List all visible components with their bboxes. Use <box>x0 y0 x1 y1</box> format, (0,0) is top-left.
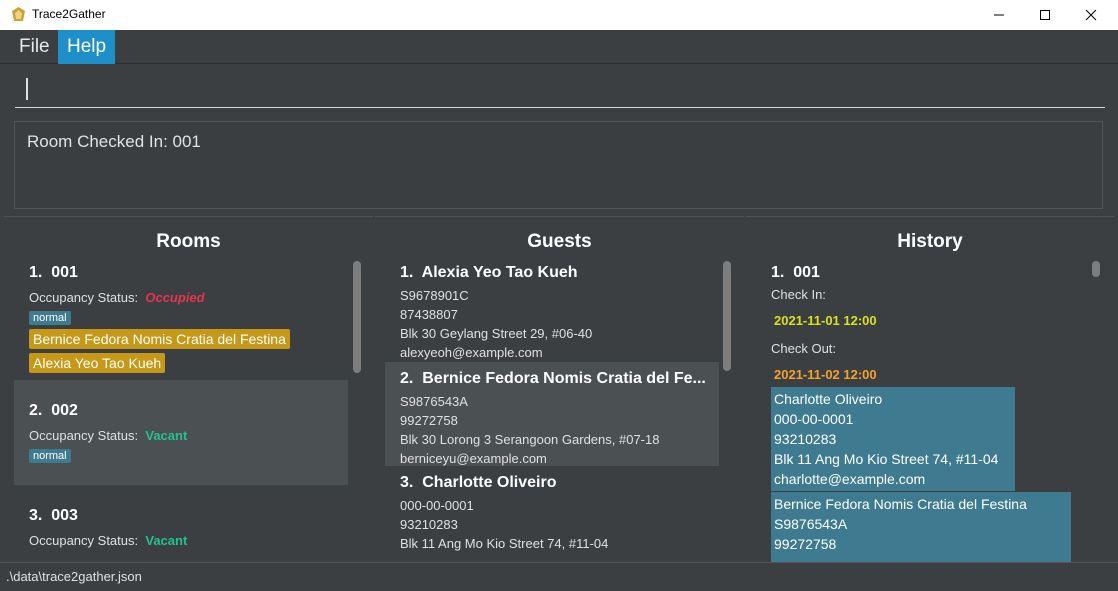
minimize-button[interactable] <box>976 0 1022 30</box>
history-guest-phone: 99272758 <box>774 536 837 552</box>
history-guest-passport: 000-00-0001 <box>774 411 854 427</box>
guest-passport: 000-00-0001 <box>400 498 474 513</box>
room-heading: 3. 003 <box>29 507 78 524</box>
maximize-icon <box>1040 10 1050 20</box>
window-title: Trace2Gather <box>32 7 106 21</box>
status-vacant: Vacant <box>145 533 188 548</box>
room-card-002[interactable]: 2. 002 Occupancy Status: Vacant normal <box>14 380 348 485</box>
history-scrollbar[interactable] <box>1092 261 1100 277</box>
app-logo-icon <box>10 6 27 23</box>
room-type-tag: normal <box>29 311 71 325</box>
rooms-list[interactable]: 1. 001 Occupancy Status: Occupied normal… <box>14 257 348 563</box>
close-button[interactable] <box>1068 0 1114 30</box>
history-guest-card: Charlotte Oliveiro 000-00-0001 93210283 … <box>771 387 1015 491</box>
room-heading: 2. 002 <box>29 402 78 419</box>
room-guest-tag: Alexia Yeo Tao Kueh <box>29 353 166 373</box>
check-in-label: Check In: <box>771 287 826 302</box>
check-in-date: 2021-11-01 12:00 <box>774 313 877 328</box>
room-heading: 1. 001 <box>29 264 78 281</box>
history-guest-card: Bernice Fedora Nomis Cratia del Festina … <box>771 492 1071 563</box>
text-cursor <box>26 78 28 100</box>
status-bar: .\data\trace2gather.json <box>0 562 1118 591</box>
room-type-tag: normal <box>29 449 71 463</box>
result-display: Room Checked In: 001 <box>14 121 1103 209</box>
menu-help[interactable]: Help <box>58 30 116 64</box>
history-guest-passport: S9876543A <box>774 516 848 532</box>
history-guest-address: Blk 11 Ang Mo Kio Street 74, #11-04 <box>774 451 999 467</box>
menu-bar: File Help <box>0 30 1118 64</box>
rooms-panel: Rooms 1. 001 Occupancy Status: Occupied … <box>4 216 373 563</box>
guest-phone: 99272758 <box>400 413 458 428</box>
result-text: Room Checked In: 001 <box>27 132 201 151</box>
guests-title: Guests <box>527 231 592 252</box>
guest-passport: S9876543A <box>400 394 468 409</box>
title-bar: Trace2Gather <box>0 0 1118 30</box>
guests-panel: Guests 1. Alexia Yeo Tao Kueh S9678901C … <box>375 216 744 563</box>
app-window: Trace2Gather File Help Room Checked In: … <box>0 0 1118 591</box>
history-guest-email: charlotte@example.com <box>774 471 926 487</box>
status-vacant: Vacant <box>145 428 188 443</box>
rooms-title: Rooms <box>156 231 221 252</box>
check-out-label: Check Out: <box>771 341 837 356</box>
history-guest-phone: 93210283 <box>774 431 837 447</box>
history-guest-name: Charlotte Oliveiro <box>774 391 883 407</box>
guest-phone: 93210283 <box>400 517 458 532</box>
guest-card[interactable]: 2. Bernice Fedora Nomis Cratia del Fe...… <box>385 362 719 466</box>
guest-phone: 87438807 <box>400 307 458 322</box>
history-guest-name: Bernice Fedora Nomis Cratia del Festina <box>774 496 1027 512</box>
room-guest-tag: Bernice Fedora Nomis Cratia del Festina <box>29 329 290 349</box>
guests-scrollbar[interactable] <box>723 261 731 371</box>
room-card-001[interactable]: 1. 001 Occupancy Status: Occupied normal… <box>14 257 348 380</box>
history-card[interactable]: 1. 001 Check In: 2021-11-01 12:00 Check … <box>756 257 1090 563</box>
history-panel: History 1. 001 Check In: 2021-11-01 12:0… <box>746 216 1114 563</box>
maximize-button[interactable] <box>1022 0 1068 30</box>
guest-heading: 2. Bernice Fedora Nomis Cratia del Fe... <box>400 370 706 387</box>
guest-card[interactable]: 3. Charlotte Oliveiro 000-00-0001 932102… <box>385 466 719 563</box>
occupancy-line: Occupancy Status: Vacant <box>29 428 188 443</box>
history-title: History <box>897 231 963 252</box>
room-card-003[interactable]: 3. 003 Occupancy Status: Vacant <box>14 485 348 563</box>
history-list[interactable]: 1. 001 Check In: 2021-11-01 12:00 Check … <box>756 257 1090 563</box>
rooms-scrollbar[interactable] <box>353 261 361 373</box>
guest-heading: 1. Alexia Yeo Tao Kueh <box>400 264 578 281</box>
guest-heading: 3. Charlotte Oliveiro <box>400 474 557 491</box>
occupancy-line: Occupancy Status: Occupied <box>29 290 205 305</box>
close-icon <box>1085 9 1097 21</box>
guest-address: Blk 30 Geylang Street 29, #06-40 <box>400 326 593 341</box>
guest-email: berniceyu@example.com <box>400 451 547 466</box>
occupancy-line: Occupancy Status: Vacant <box>29 533 188 548</box>
menu-file[interactable]: File <box>10 30 59 64</box>
guest-email: alexyeoh@example.com <box>400 345 543 360</box>
command-input[interactable] <box>15 72 1105 108</box>
history-heading: 1. 001 <box>771 264 820 281</box>
status-occupied: Occupied <box>145 290 205 305</box>
data-file-path: .\data\trace2gather.json <box>6 569 142 584</box>
guests-list[interactable]: 1. Alexia Yeo Tao Kueh S9678901C 8743880… <box>385 257 719 563</box>
minimize-icon <box>994 14 1004 16</box>
check-out-date: 2021-11-02 12:00 <box>774 367 877 382</box>
guest-address: Blk 30 Lorong 3 Serangoon Gardens, #07-1… <box>400 432 660 447</box>
guest-card[interactable]: 1. Alexia Yeo Tao Kueh S9678901C 8743880… <box>385 257 719 362</box>
guest-address: Blk 11 Ang Mo Kio Street 74, #11-04 <box>400 536 609 551</box>
guest-passport: S9678901C <box>400 288 469 303</box>
